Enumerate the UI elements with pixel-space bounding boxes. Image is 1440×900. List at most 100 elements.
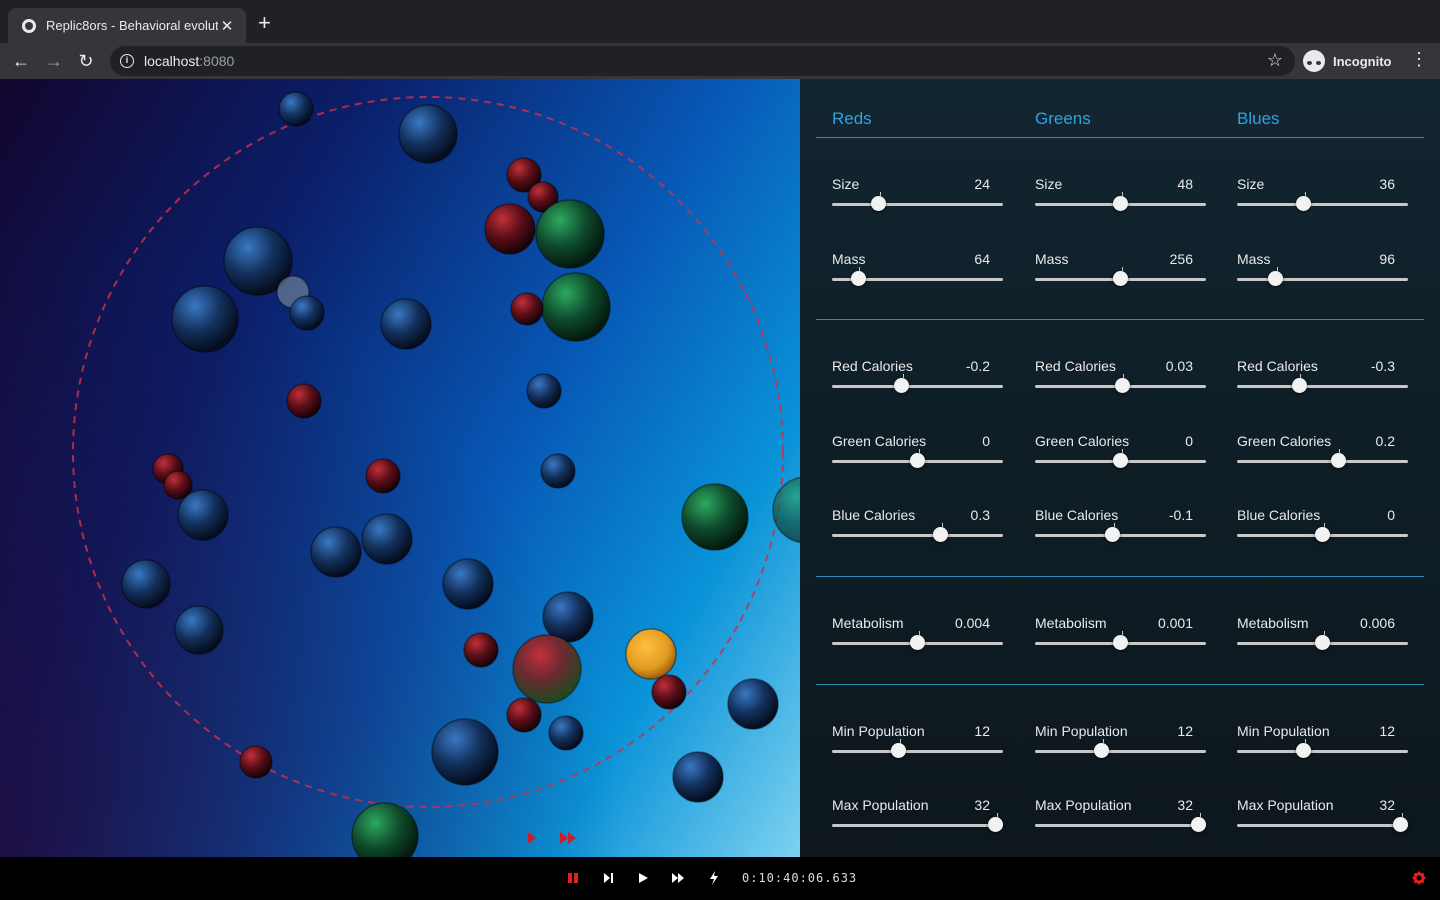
max-population-value: 32 — [1177, 797, 1193, 813]
divider — [816, 576, 1424, 577]
simulation-svg — [72, 91, 800, 857]
blues-metabolism-control: Metabolism 0.006 — [1237, 615, 1408, 665]
min-population-value: 12 — [1177, 723, 1193, 739]
simulation-canvas[interactable] — [0, 79, 800, 857]
greens-max-population-slider[interactable] — [1035, 824, 1206, 827]
red-calories-label: Red Calories — [832, 358, 913, 374]
star-icon[interactable]: ☆ — [1267, 50, 1283, 71]
slider-thumb[interactable] — [1315, 635, 1330, 650]
close-icon[interactable]: ✕ — [218, 17, 236, 35]
size-value: 24 — [974, 176, 990, 192]
reds-max-population-control: Max Population 32 — [832, 797, 1003, 847]
reds-max-population-slider[interactable] — [832, 824, 1003, 827]
slider-thumb[interactable] — [1296, 196, 1311, 211]
blue-calories-value: 0 — [1387, 507, 1395, 523]
reds-red-calories-control: Red Calories -0.2 — [832, 358, 1003, 408]
slider-thumb[interactable] — [851, 271, 866, 286]
slider-thumb[interactable] — [1331, 453, 1346, 468]
metabolism-label: Metabolism — [1237, 615, 1309, 631]
min-population-label: Min Population — [1035, 723, 1128, 739]
slider-thumb[interactable] — [988, 817, 1003, 832]
blues-size-slider[interactable] — [1237, 203, 1408, 206]
reload-button[interactable]: ↻ — [74, 49, 98, 73]
slider-thumb[interactable] — [1296, 743, 1311, 758]
reds-red-calories-slider[interactable] — [832, 385, 1003, 388]
metabolism-label: Metabolism — [1035, 615, 1107, 631]
greens-blue-calories-slider[interactable] — [1035, 534, 1206, 537]
max-population-value: 32 — [974, 797, 990, 813]
slider-thumb[interactable] — [1094, 743, 1109, 758]
blues-blue-calories-control: Blue Calories 0 — [1237, 507, 1408, 557]
slider-thumb[interactable] — [933, 527, 948, 542]
forward-button[interactable]: → — [42, 49, 66, 73]
slider-thumb[interactable] — [1113, 635, 1128, 650]
browser-tab[interactable]: Replic8ors - Behavioral evoluti ✕ — [8, 8, 246, 43]
play-icon — [639, 873, 648, 883]
reds-min-population-slider[interactable] — [832, 750, 1003, 753]
mass-value: 256 — [1169, 251, 1193, 267]
min-population-label: Min Population — [832, 723, 925, 739]
slider-thumb[interactable] — [1113, 453, 1128, 468]
max-population-label: Max Population — [1035, 797, 1132, 813]
settings-panel: Reds Greens Blues Size 24 Mass 64 Red Calori… — [800, 79, 1440, 857]
slider-thumb[interactable] — [910, 453, 925, 468]
metabolism-value: 0.006 — [1359, 615, 1395, 631]
globe-icon — [22, 18, 36, 33]
red-calories-value: -0.2 — [965, 358, 990, 374]
max-population-label: Max Population — [832, 797, 929, 813]
slider-thumb[interactable] — [1113, 196, 1128, 211]
mass-label: Mass — [1237, 251, 1271, 267]
reds-blue-calories-slider[interactable] — [832, 534, 1003, 537]
slider-thumb[interactable] — [1113, 271, 1128, 286]
blues-max-population-slider[interactable] — [1237, 824, 1408, 827]
playback-bar: 0:10:40:06.633 — [0, 857, 1440, 900]
slider-thumb[interactable] — [1191, 817, 1206, 832]
greens-metabolism-control: Metabolism 0.001 — [1035, 615, 1206, 665]
step-button[interactable] — [601, 870, 615, 887]
slider-thumb[interactable] — [871, 196, 886, 211]
slider-thumb[interactable] — [1315, 527, 1330, 542]
blues-red-calories-slider[interactable] — [1237, 385, 1408, 388]
kebab-menu-icon[interactable]: ⋮ — [1410, 49, 1428, 70]
blue-calories-label: Blue Calories — [1035, 507, 1119, 523]
incognito-icon — [1303, 50, 1325, 72]
slider-thumb[interactable] — [1115, 378, 1130, 393]
blues-min-population-slider[interactable] — [1237, 750, 1408, 753]
slider-thumb[interactable] — [894, 378, 909, 393]
turbo-button[interactable] — [707, 870, 721, 887]
max-population-value: 32 — [1379, 797, 1395, 813]
greens-min-population-slider[interactable] — [1035, 750, 1206, 753]
slider-thumb[interactable] — [1105, 527, 1120, 542]
min-population-label: Min Population — [1237, 723, 1330, 739]
size-label: Size — [832, 176, 860, 192]
settings-button[interactable] — [1411, 870, 1427, 887]
slider-thumb[interactable] — [1268, 271, 1283, 286]
new-tab-button[interactable]: + — [258, 12, 271, 34]
slider-thumb[interactable] — [891, 743, 906, 758]
pause-button[interactable] — [566, 870, 580, 887]
play-button[interactable] — [636, 870, 650, 887]
address-bar[interactable]: i localhost:8080 ☆ — [110, 46, 1295, 76]
slider-thumb[interactable] — [910, 635, 925, 650]
incognito-badge[interactable]: Incognito — [1303, 48, 1392, 74]
reds-size-slider[interactable] — [832, 203, 1003, 206]
mass-value: 96 — [1379, 251, 1395, 267]
blue-calories-value: 0.3 — [970, 507, 990, 523]
blues-green-calories-slider[interactable] — [1237, 460, 1408, 463]
back-button[interactable]: ← — [9, 49, 33, 73]
slider-thumb[interactable] — [1292, 378, 1307, 393]
simulation-clock: 0:10:40:06.633 — [742, 871, 858, 885]
forward-arrow-icon: → — [45, 51, 63, 71]
fast-forward-button[interactable] — [670, 870, 686, 887]
greens-mass-control: Mass 256 — [1035, 251, 1206, 301]
greens-max-population-control: Max Population 32 — [1035, 797, 1206, 847]
reds-mass-control: Mass 64 — [832, 251, 1003, 301]
green-calories-label: Green Calories — [1237, 433, 1332, 449]
red-calories-value: 0.03 — [1165, 358, 1193, 374]
slider-thumb[interactable] — [1393, 817, 1408, 832]
blues-mass-slider[interactable] — [1237, 278, 1408, 281]
red-calories-label: Red Calories — [1237, 358, 1318, 374]
metabolism-value: 0.004 — [954, 615, 990, 631]
mass-label: Mass — [1035, 251, 1069, 267]
info-icon[interactable]: i — [120, 54, 134, 68]
